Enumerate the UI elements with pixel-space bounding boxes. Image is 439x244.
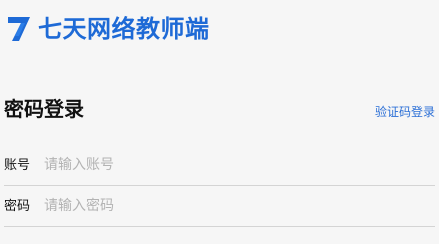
page-title: 密码登录 xyxy=(4,97,84,121)
account-input[interactable] xyxy=(44,153,435,177)
password-label: 密码 xyxy=(4,198,31,214)
brand-name: 七天网络教师端 xyxy=(38,15,210,43)
sms-login-link[interactable]: 验证码登录 xyxy=(375,106,435,118)
account-label: 账号 xyxy=(4,157,31,173)
password-field-row: 密码 xyxy=(4,186,435,227)
account-field-row: 账号 xyxy=(4,145,435,186)
password-input[interactable] xyxy=(44,194,435,218)
login-title-row: 密码登录 验证码登录 xyxy=(4,95,435,123)
seven-logo-icon xyxy=(8,17,30,41)
brand-header: 七天网络教师端 xyxy=(6,12,210,46)
